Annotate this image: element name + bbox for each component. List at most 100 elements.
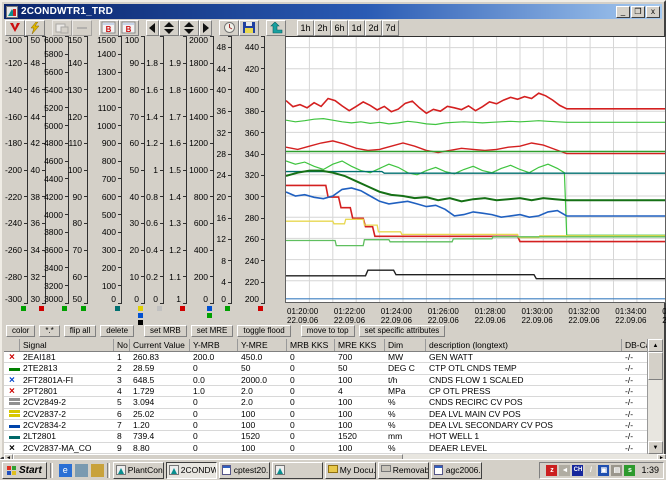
tray-language-icon[interactable]: CH bbox=[572, 465, 583, 476]
maximize-button[interactable]: ❐ bbox=[631, 6, 645, 18]
table-vertical-scrollbar[interactable]: ▲ ▼ bbox=[647, 339, 662, 454]
range-button-1d[interactable]: 1d bbox=[348, 20, 365, 36]
column-header-signal[interactable]: Signal bbox=[20, 339, 114, 351]
cell-signal: 2FT2801A-FI bbox=[20, 375, 114, 385]
column-header-y-mre[interactable]: Y-MRE bbox=[238, 339, 287, 351]
time-label: 01:22:00 bbox=[334, 307, 365, 316]
quicklaunch-ie-icon[interactable]: e bbox=[59, 464, 72, 477]
color-button[interactable]: color bbox=[6, 325, 35, 337]
cell-dim: t/h bbox=[385, 375, 426, 385]
table-row[interactable]: 2CV2837-2625.0201000100%DEA LVL MAIN CV … bbox=[4, 409, 651, 420]
collapse-button[interactable] bbox=[72, 20, 92, 36]
vertical-scroll-thumb[interactable] bbox=[648, 352, 663, 380]
axis-label: 0 bbox=[221, 294, 226, 304]
scroll-down-icon[interactable]: ▼ bbox=[648, 441, 663, 454]
axis-tick bbox=[261, 303, 265, 304]
delete-button[interactable]: delete bbox=[100, 325, 134, 337]
column-header-dim[interactable]: Dim bbox=[385, 339, 426, 351]
tray-display-icon[interactable]: ▣ bbox=[598, 465, 609, 476]
action-button-row: color *.* flip all delete set MRB set MREtogg… bbox=[4, 323, 662, 338]
close-button[interactable]: x bbox=[646, 6, 660, 18]
zoom-vertical-2-button[interactable] bbox=[179, 20, 199, 36]
column-header-mre-kks[interactable]: MRE KKS bbox=[335, 339, 385, 351]
cell-mre-kks: 100 bbox=[335, 375, 385, 385]
table-row[interactable]: ×2FT2801A-FI3648.50.02000.00100t/hCNDS F… bbox=[4, 375, 651, 386]
task-button-cptest20-[interactable]: cptest20... bbox=[219, 462, 270, 479]
column-header-description-longtext-[interactable]: description (longtext) bbox=[426, 339, 622, 351]
tray-pen-icon[interactable]: / bbox=[585, 465, 596, 476]
cell-signal: 2TE2813 bbox=[20, 363, 114, 373]
set-mre-button[interactable]: set MRE bbox=[191, 325, 234, 337]
range-button-1h[interactable]: 1h bbox=[297, 20, 314, 36]
toggle-flood-button[interactable]: toggle flood bbox=[237, 325, 290, 337]
tray-printer-icon[interactable]: ▤ bbox=[611, 465, 622, 476]
tray-sync-icon[interactable]: s bbox=[624, 465, 635, 476]
save-button[interactable] bbox=[239, 20, 259, 36]
task-button-my-docu-[interactable]: My Docu... bbox=[325, 462, 376, 479]
task-button-2condw-[interactable]: 2CONDW... bbox=[166, 462, 217, 479]
legend-x-icon: × bbox=[7, 386, 15, 396]
title-bar[interactable]: 2CONDWTR1_TRD _ ❐ x bbox=[4, 4, 662, 19]
table-row[interactable]: ×2CV2837-MA_CO98.8001000100%DEAER LEVEL-… bbox=[4, 443, 651, 454]
quicklaunch-outlook-icon[interactable] bbox=[91, 464, 104, 477]
cell-signal: 2CV2837-2 bbox=[20, 409, 114, 419]
value-axis-10: 48444036322824201612840 bbox=[198, 36, 232, 303]
table-row[interactable]: ×2PT280141.7291.02.004MPaCP OTL PRESS-/- bbox=[4, 386, 651, 397]
table-row[interactable]: 2CV2849-253.09402.00100%CNDS RECIRC CV P… bbox=[4, 397, 651, 408]
taskbar-divider bbox=[107, 463, 110, 478]
column-header-current-value[interactable]: Current Value bbox=[130, 339, 190, 351]
axis-label: 360 bbox=[245, 128, 259, 138]
column-header-mrb-kks[interactable]: MRB KKS bbox=[287, 339, 335, 351]
column-header-no[interactable]: No bbox=[114, 339, 130, 351]
axis-label: 220 bbox=[245, 277, 259, 287]
table-row[interactable]: ×2EAI1811260.83200.0450.00700MWGEN WATT-… bbox=[4, 352, 651, 363]
time-window-button[interactable] bbox=[219, 20, 239, 36]
cell-signal: 2CV2834-2 bbox=[20, 420, 114, 430]
range-button-7d[interactable]: 7d bbox=[382, 20, 399, 36]
table-row[interactable]: 2LT28018739.40152001520mmHOT WELL 1-/- bbox=[4, 431, 651, 442]
task-button-plantcon-[interactable]: PlantCon... bbox=[113, 462, 164, 479]
flip-all-button[interactable]: flip all bbox=[64, 325, 96, 337]
scroll-up-icon[interactable]: ▲ bbox=[648, 339, 663, 352]
cell-y-mre: 50 bbox=[238, 363, 287, 373]
alarm-filter-button[interactable] bbox=[5, 20, 25, 36]
range-button-2h[interactable]: 2h bbox=[314, 20, 331, 36]
trend-window: 2CONDWTR1_TRD _ ❐ x BB1h2h6h1d2d7d -100-… bbox=[0, 0, 666, 459]
cell-signal: 2LT2801 bbox=[20, 431, 114, 441]
range-begin-button[interactable]: B bbox=[99, 20, 119, 36]
scroll-right-button[interactable] bbox=[199, 20, 212, 36]
taskbar: Start e PlantCon...2CONDW... cptest20... M… bbox=[0, 459, 666, 480]
task-button-removab-[interactable]: Removab... bbox=[378, 462, 429, 479]
plot-area[interactable] bbox=[285, 36, 666, 303]
axis-label: 48 bbox=[217, 42, 226, 52]
legend-cell bbox=[4, 409, 20, 419]
column-header-y-mrb[interactable]: Y-MRB bbox=[190, 339, 238, 351]
range-end-button[interactable]: B bbox=[119, 20, 139, 36]
task-button-untitled-3[interactable] bbox=[272, 462, 323, 479]
task-button-agc2006-[interactable]: agc2006... bbox=[431, 462, 482, 479]
cell-current-value: 260.83 bbox=[130, 352, 190, 362]
--button[interactable]: *.* bbox=[39, 325, 59, 337]
legend-cell: × bbox=[4, 386, 20, 396]
quicklaunch-desktop-icon[interactable] bbox=[75, 464, 88, 477]
export-button[interactable] bbox=[266, 20, 286, 36]
start-button[interactable]: Start bbox=[2, 462, 47, 479]
set-specific-attributes-button[interactable]: set specific attributes bbox=[359, 325, 446, 337]
scroll-left-button[interactable] bbox=[146, 20, 159, 36]
move-to-top-button[interactable]: move to top bbox=[301, 325, 355, 337]
task-label: cptest20... bbox=[234, 465, 270, 475]
column-header-legend[interactable] bbox=[4, 339, 20, 351]
range-button-2d[interactable]: 2d bbox=[365, 20, 382, 36]
copy-trend-button[interactable] bbox=[52, 20, 72, 36]
tray-alarm-icon[interactable]: z bbox=[546, 465, 557, 476]
zoom-vertical-button[interactable] bbox=[159, 20, 179, 36]
cell-y-mre: 100 bbox=[238, 443, 287, 453]
table-row[interactable]: 2TE2813228.59050050DEG CCTP OTL CNDS TEM… bbox=[4, 363, 651, 374]
edit-curve-button[interactable] bbox=[25, 20, 45, 36]
axis-label: 4 bbox=[221, 277, 226, 287]
minimize-button[interactable]: _ bbox=[616, 6, 630, 18]
table-row[interactable]: 2CV2834-271.2001000100%DEA LVL SECONDARY… bbox=[4, 420, 651, 431]
range-button-6h[interactable]: 6h bbox=[331, 20, 348, 36]
set-mrb-button[interactable]: set MRB bbox=[144, 325, 187, 337]
tray-volume-icon[interactable]: ◄ bbox=[559, 465, 570, 476]
